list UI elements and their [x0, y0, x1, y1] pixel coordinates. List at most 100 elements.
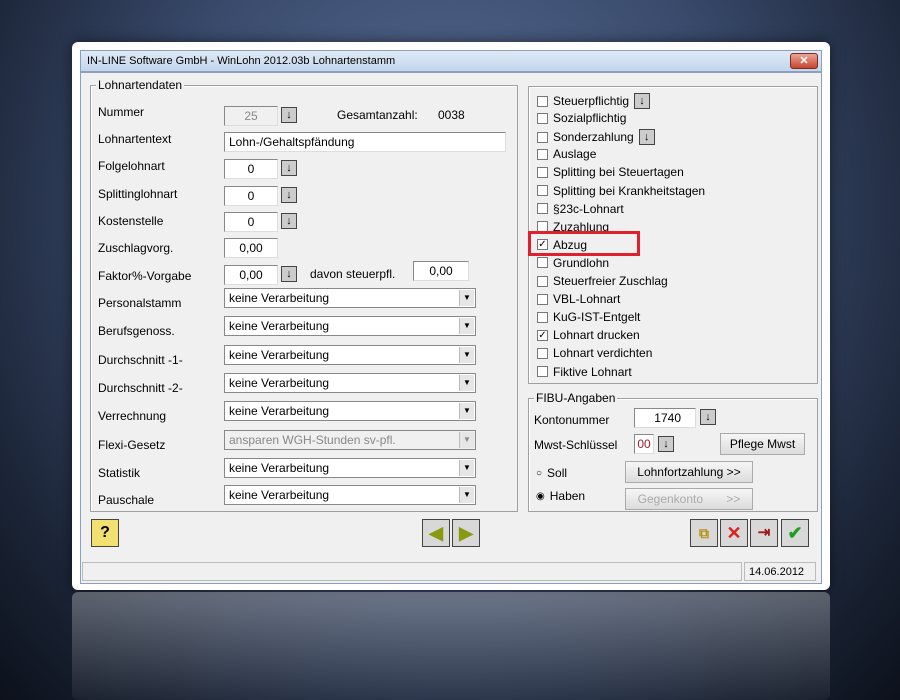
window-reflection — [72, 592, 830, 700]
checkbox-label: Splitting bei Steuertagen — [553, 165, 684, 180]
checkbox-label: §23c-Lohnart — [553, 201, 624, 216]
checkbox-item[interactable]: Fiktive Lohnart — [537, 365, 632, 379]
checkbox-icon — [537, 275, 548, 287]
davon-input[interactable]: 0,00 — [413, 261, 469, 281]
davon-label: davon steuerpfl. — [310, 267, 396, 281]
zuschlag-input[interactable]: 0,00 — [224, 238, 278, 258]
soll-radio[interactable]: ○ Soll — [536, 466, 567, 480]
splittinglohnart-input[interactable]: 0 — [224, 186, 278, 206]
select-value: keine Verarbeitung — [229, 404, 330, 418]
soll-label: Soll — [547, 466, 568, 480]
select-value: keine Verarbeitung — [229, 488, 330, 502]
select-dropdown[interactable]: keine Verarbeitung ▼ — [224, 458, 476, 478]
arrow-down-icon[interactable]: ↓ — [281, 266, 297, 282]
lohnartentext-input[interactable]: Lohn-/Gehaltspfändung — [224, 132, 506, 152]
checkbox-item[interactable]: VBL-Lohnart — [537, 292, 620, 306]
chevron-down-icon: ▼ — [459, 432, 474, 448]
select-dropdown[interactable]: keine Verarbeitung ▼ — [224, 485, 476, 505]
checkbox-label: Steuerpflichtig — [553, 94, 630, 108]
checkbox-item[interactable]: §23c-Lohnart — [537, 202, 624, 216]
haben-radio[interactable]: ◉ Haben — [536, 489, 585, 503]
checkbox-item[interactable]: Splitting bei Krankheitstagen — [537, 184, 705, 198]
checkbox-item[interactable]: Splitting bei Steuertagen — [537, 165, 684, 179]
select-dropdown[interactable]: keine Verarbeitung ▼ — [224, 401, 476, 421]
kostenstelle-input[interactable]: 0 — [224, 212, 278, 232]
checkbox-label: Splitting bei Krankheitstagen — [553, 183, 706, 198]
select-label: Flexi-Gesetz — [98, 438, 166, 452]
close-button[interactable]: ✕ — [790, 53, 818, 69]
checkbox-item[interactable]: Steuerpflichtig ↓ — [537, 93, 651, 109]
checkbox-icon — [537, 257, 548, 269]
select-label: Personalstamm — [98, 296, 182, 310]
lohnartentext-label: Lohnartentext — [98, 132, 172, 146]
checkbox-icon — [537, 311, 548, 323]
checkbox-icon — [537, 166, 548, 178]
splittinglohnart-label: Splittinglohnart — [98, 187, 178, 201]
chevron-down-icon: ▼ — [459, 318, 474, 334]
checkbox-item[interactable]: Grundlohn — [537, 256, 609, 270]
select-dropdown[interactable]: ansparen WGH-Stunden sv-pfl. ▼ — [224, 430, 476, 450]
chevron-down-icon: ▼ — [459, 375, 474, 391]
mwst-input[interactable]: 00 — [634, 434, 654, 454]
nummer-input[interactable]: 25 — [224, 106, 278, 126]
checkbox-icon — [537, 203, 548, 215]
arrow-down-icon[interactable]: ↓ — [281, 187, 297, 203]
lohnfortzahlung-button[interactable]: Lohnfortzahlung >> — [625, 461, 753, 483]
checkbox-icon — [537, 347, 548, 359]
chevron-down-icon: ▼ — [459, 460, 474, 476]
folgelohnart-input[interactable]: 0 — [224, 159, 278, 179]
select-dropdown[interactable]: keine Verarbeitung ▼ — [224, 316, 476, 336]
checkbox-label: VBL-Lohnart — [553, 292, 621, 307]
select-value: keine Verarbeitung — [229, 461, 330, 475]
gegenkonto-button[interactable]: Gegenkonto >> — [625, 488, 753, 510]
select-dropdown[interactable]: keine Verarbeitung ▼ — [224, 373, 476, 393]
fibu-label: FIBU-Angaben — [534, 391, 618, 405]
mwst-label: Mwst-Schlüssel — [534, 438, 618, 452]
pflege-mwst-button[interactable]: Pflege Mwst — [720, 433, 805, 455]
folgelohnart-label: Folgelohnart — [98, 159, 165, 173]
arrow-down-icon[interactable]: ↓ — [281, 160, 297, 176]
arrow-down-icon[interactable]: ↓ — [634, 93, 651, 109]
window-title: IN-LINE Software GmbH - WinLohn 2012.03b… — [87, 55, 396, 67]
checkbox-icon: ✓ — [537, 329, 548, 341]
checkbox-icon — [537, 185, 548, 196]
checkbox-label: Fiktive Lohnart — [553, 364, 632, 379]
select-label: Verrechnung — [98, 409, 167, 423]
chevron-down-icon: ▼ — [459, 347, 474, 363]
nummer-label: Nummer — [98, 105, 145, 119]
help-icon[interactable]: ? — [91, 519, 119, 547]
faktor-input[interactable]: 0,00 — [224, 265, 278, 285]
exit-door-icon[interactable]: ⇥ — [750, 519, 778, 547]
konto-input[interactable]: 1740 — [634, 408, 696, 428]
checkbox-item[interactable]: Sonderzahlung ↓ — [537, 129, 655, 146]
previous-icon[interactable]: ◀ — [422, 519, 450, 547]
gegenkonto-label: Gegenkonto — [637, 492, 704, 506]
delete-icon[interactable]: ✕ — [720, 519, 748, 547]
arrow-down-icon[interactable]: ↓ — [281, 213, 297, 229]
chevron-down-icon: ▼ — [459, 290, 474, 306]
arrow-down-icon[interactable]: ↓ — [700, 409, 716, 425]
radio-on-icon: ◉ — [536, 490, 545, 502]
checkbox-item[interactable]: Lohnart verdichten — [537, 346, 652, 360]
checkbox-item[interactable]: Sozialpflichtig — [537, 111, 626, 125]
checkbox-icon — [537, 112, 548, 124]
select-dropdown[interactable]: keine Verarbeitung ▼ — [224, 345, 476, 365]
gesamt-value: 0038 — [438, 108, 465, 122]
checkbox-item[interactable]: KuG-IST-Entgelt — [537, 310, 640, 324]
arrow-down-icon[interactable]: ↓ — [638, 129, 655, 146]
checkbox-item[interactable]: Steuerfreier Zuschlag — [537, 274, 668, 288]
checkbox-item[interactable]: Auslage — [537, 147, 596, 161]
checkbox-label: Lohnart drucken — [553, 328, 640, 343]
arrow-down-icon[interactable]: ↓ — [658, 436, 674, 452]
checkbox-icon — [537, 148, 548, 160]
select-dropdown[interactable]: keine Verarbeitung ▼ — [224, 288, 476, 308]
select-value: keine Verarbeitung — [229, 348, 330, 362]
arrow-down-icon[interactable]: ↓ — [281, 107, 297, 123]
copy-tree-icon[interactable]: ⧉ — [690, 519, 718, 547]
save-check-icon[interactable]: ✔ — [781, 519, 809, 547]
checkbox-icon — [537, 131, 548, 143]
next-icon[interactable]: ▶ — [452, 519, 480, 547]
checkbox-item[interactable]: ✓ Lohnart drucken — [537, 328, 640, 342]
chevron-down-icon: ▼ — [459, 487, 474, 503]
select-label: Durchschnitt -2- — [98, 381, 183, 395]
